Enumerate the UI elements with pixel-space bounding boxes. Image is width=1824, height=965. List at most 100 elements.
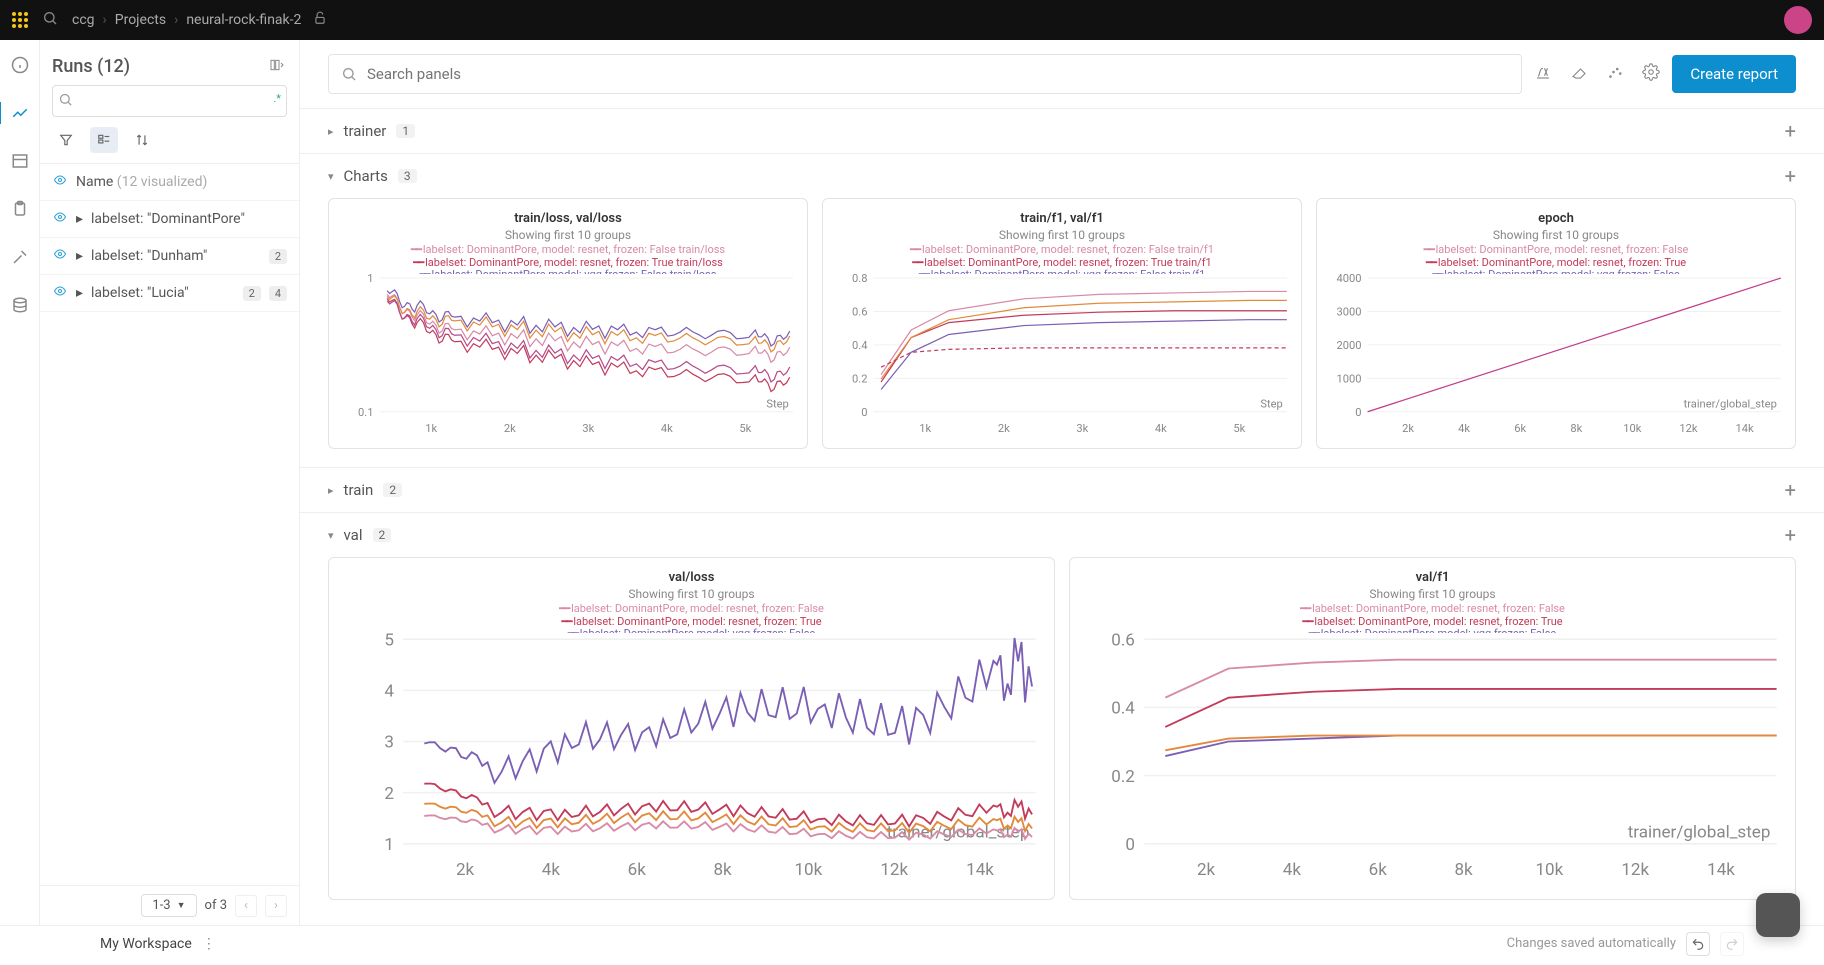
column-header-name[interactable]: Name (12 visualized) [40, 164, 299, 201]
pager-range[interactable]: 1-3 ▼ [141, 894, 196, 917]
svg-text:0.6: 0.6 [852, 306, 867, 319]
nav-rail [0, 40, 40, 925]
columns-icon[interactable] [267, 57, 287, 77]
breadcrumb-item[interactable]: ccg [72, 12, 95, 28]
chevron-right-icon[interactable]: ▸ [76, 285, 83, 301]
svg-text:1000: 1000 [1336, 372, 1361, 385]
svg-text:2k: 2k [1197, 860, 1216, 880]
lock-open-icon[interactable] [313, 11, 327, 29]
sidebar-title: Runs (12) [52, 56, 130, 77]
plus-icon[interactable]: + [1785, 478, 1796, 502]
svg-text:0: 0 [1125, 835, 1135, 855]
svg-text:0.4: 0.4 [852, 339, 867, 352]
svg-text:4k: 4k [1283, 860, 1302, 880]
chart-panel[interactable]: train/f1, val/f1 Showing first 10 groups… [822, 198, 1302, 449]
panel-legend: ━━ labelset: DominantPore, model: resnet… [335, 603, 1048, 633]
brand-logo-icon[interactable] [12, 12, 28, 28]
chevron-right-icon[interactable]: ▸ [76, 211, 83, 227]
svg-text:0: 0 [1355, 406, 1361, 419]
breadcrumb-item[interactable]: Projects [115, 12, 166, 28]
plus-icon[interactable]: + [1785, 523, 1796, 547]
svg-text:14k: 14k [1707, 860, 1735, 880]
eye-icon[interactable] [52, 174, 68, 190]
pager-prev[interactable]: ‹ [235, 895, 257, 917]
group-label: labelset: "Lucia" [91, 285, 235, 301]
runs-search-input[interactable] [52, 85, 287, 117]
chevron-right-icon[interactable]: ▸ [76, 248, 83, 264]
svg-text:12k: 12k [880, 860, 908, 880]
sweep-icon[interactable] [9, 246, 31, 268]
group-row[interactable]: ▸ labelset: "Dunham" 2 [40, 238, 299, 275]
chart-panel[interactable]: epoch Showing first 10 groups ━━ labelse… [1316, 198, 1796, 449]
pager-of: of 3 [205, 898, 227, 913]
svg-text:10k: 10k [1623, 422, 1642, 435]
svg-text:6k: 6k [628, 860, 647, 880]
panel-title: train/loss, val/loss [335, 205, 801, 226]
group-row[interactable]: ▸ labelset: "Lucia" 24 [40, 275, 299, 312]
chart-panel[interactable]: val/loss Showing first 10 groups ━━ labe… [328, 557, 1055, 900]
svg-text:10k: 10k [794, 860, 822, 880]
section-header[interactable]: ▾ Charts 3 + [300, 154, 1824, 198]
more-vertical-icon[interactable]: ⋮ [202, 936, 216, 952]
svg-text:Step: Step [1260, 398, 1282, 411]
pager-next[interactable]: › [265, 895, 287, 917]
svg-text:1: 1 [367, 274, 373, 285]
chevron-down-icon[interactable]: ▾ [328, 170, 334, 183]
panel-search-input[interactable] [367, 65, 1509, 83]
svg-text:4k: 4k [1458, 422, 1470, 435]
panel-legend: ━━ labelset: DominantPore, model: resnet… [1076, 603, 1789, 633]
panel-subtitle: Showing first 10 groups [335, 226, 801, 244]
regex-icon[interactable]: .* [273, 92, 281, 105]
svg-text:4k: 4k [1155, 422, 1167, 435]
redo-button[interactable] [1720, 932, 1744, 956]
chevron-right-icon[interactable]: ▸ [328, 125, 334, 138]
clipboard-icon[interactable] [9, 198, 31, 220]
database-icon[interactable] [9, 294, 31, 316]
group-icon[interactable] [90, 127, 118, 153]
svg-text:4: 4 [384, 682, 394, 702]
plus-icon[interactable]: + [1785, 119, 1796, 143]
panel-search[interactable] [328, 54, 1522, 94]
svg-text:3000: 3000 [1336, 306, 1361, 319]
section-header[interactable]: ▸ train 2 + [300, 468, 1824, 512]
svg-text:0.6: 0.6 [1111, 633, 1135, 650]
svg-text:2: 2 [384, 784, 394, 804]
svg-text:trainer/global_step: trainer/global_step [1628, 823, 1771, 843]
create-report-button[interactable]: Create report [1672, 55, 1796, 93]
workspace-name[interactable]: My Workspace [100, 936, 192, 952]
table-tab-icon[interactable] [9, 150, 31, 172]
eye-icon[interactable] [52, 285, 68, 301]
svg-text:Step: Step [766, 398, 788, 411]
eye-icon[interactable] [52, 211, 68, 227]
avatar[interactable] [1784, 6, 1812, 34]
chart-panel[interactable]: val/f1 Showing first 10 groups ━━ labels… [1069, 557, 1796, 900]
svg-text:0.8: 0.8 [852, 274, 867, 285]
search-icon[interactable] [42, 10, 58, 30]
section-count: 2 [373, 528, 392, 542]
sort-icon[interactable] [128, 127, 156, 153]
svg-text:2k: 2k [504, 422, 516, 435]
chevron-right-icon[interactable]: ▸ [328, 484, 334, 497]
help-widget-icon[interactable] [1756, 893, 1800, 937]
filter-icon[interactable] [52, 127, 80, 153]
section-header[interactable]: ▸ trainer 1 + [300, 109, 1824, 153]
gear-icon[interactable] [1642, 63, 1660, 85]
group-row[interactable]: ▸ labelset: "DominantPore" [40, 201, 299, 238]
section-header[interactable]: ▾ val 2 + [300, 513, 1824, 557]
svg-text:5k: 5k [739, 422, 751, 435]
breadcrumb-item[interactable]: neural-rock-finak-2 [186, 12, 301, 28]
eraser-icon[interactable] [1570, 63, 1588, 85]
chart-panel[interactable]: train/loss, val/loss Showing first 10 gr… [328, 198, 808, 449]
chevron-down-icon[interactable]: ▾ [328, 529, 334, 542]
info-icon[interactable] [9, 54, 31, 76]
svg-text:12k: 12k [1621, 860, 1649, 880]
undo-button[interactable] [1686, 932, 1710, 956]
fx-icon[interactable] [1534, 63, 1552, 85]
charts-tab-icon[interactable] [0, 102, 38, 124]
section-count: 1 [396, 124, 415, 138]
scatter-icon[interactable] [1606, 63, 1624, 85]
eye-icon[interactable] [52, 248, 68, 264]
plus-icon[interactable]: + [1785, 164, 1796, 188]
panel-title: epoch [1323, 205, 1789, 226]
group-label: labelset: "DominantPore" [91, 211, 287, 227]
